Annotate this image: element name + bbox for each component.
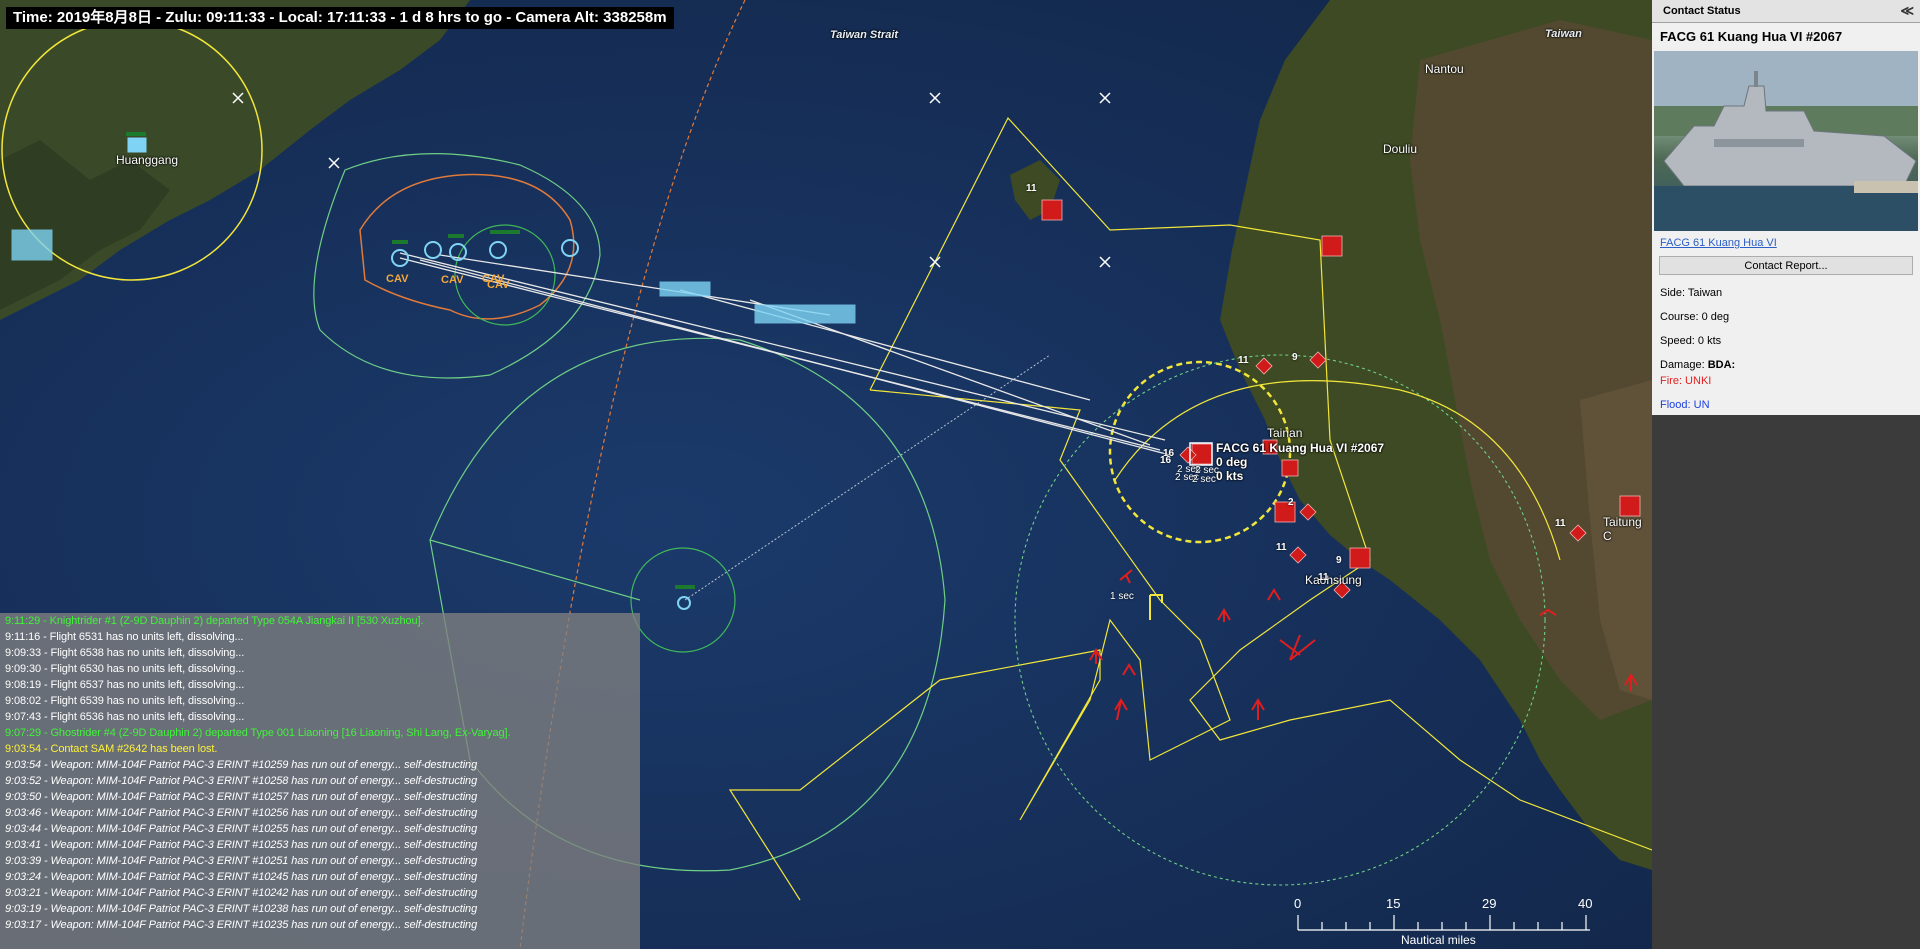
log-message: 9:09:30 - Flight 6530 has no units left,… (5, 663, 245, 675)
scale-unit: Nautical miles (1401, 933, 1476, 947)
unit-count: 11 (1555, 518, 1566, 529)
bda-label: BDA: (1707, 359, 1736, 371)
log-message: 9:03:54 - Weapon: MIM-104F Patriot PAC-3… (5, 759, 478, 771)
place-huanggang: Huanggang (116, 153, 179, 167)
contact-report-button[interactable]: Contact Report... (1659, 256, 1913, 275)
log-message: 9:11:16 - Flight 6531 has no units left,… (5, 631, 244, 643)
place-kaohsiung: Kaohsiung (1305, 573, 1362, 587)
place-tainan: Tainan (1267, 426, 1303, 440)
scale-bar: 0 15 29 40 Nautical miles (1290, 892, 1593, 949)
course-field: Course: 0 deg (1660, 311, 1730, 323)
log-message: 9:03:21 - Weapon: MIM-104F Patriot PAC-3… (5, 887, 478, 899)
selected-unit-speed: 0 kts (1216, 469, 1244, 483)
scale-tick: 15 (1386, 896, 1401, 911)
unit-count: 11 (1026, 183, 1037, 194)
selected-unit-name: FACG 61 Kuang Hua VI #2067 (1216, 441, 1385, 455)
panel-header: Contact Status ≪ (1652, 0, 1920, 23)
class-link[interactable]: FACG 61 Kuang Hua VI (1652, 231, 1920, 249)
place-taiwan-strait: Taiwan Strait (830, 29, 899, 41)
log-message: 9:03:41 - Weapon: MIM-104F Patriot PAC-3… (5, 839, 478, 851)
log-message: 9:03:24 - Weapon: MIM-104F Patriot PAC-3… (5, 871, 478, 883)
damage-row: Damage: BDA: (1652, 359, 1920, 371)
speed-field: Speed: 0 kts (1660, 335, 1722, 347)
place-nantou: Nantou (1425, 62, 1464, 76)
log-message: 9:03:50 - Weapon: MIM-104F Patriot PAC-3… (5, 791, 478, 803)
log-message: 9:03:39 - Weapon: MIM-104F Patriot PAC-3… (5, 855, 478, 867)
side-field: Side: Taiwan (1660, 287, 1723, 299)
message-log[interactable]: 9:11:29 - Knightrider #1 (Z-9D Dauphin 2… (0, 613, 640, 949)
contact-status-content: Contact Status ≪ FACG 61 Kuang Hua VI #2… (1652, 0, 1920, 415)
place-douliu: Douliu (1383, 142, 1418, 156)
unit-count: 11 (1238, 355, 1249, 366)
log-message: 9:03:46 - Weapon: MIM-104F Patriot PAC-3… (5, 807, 478, 819)
log-message: 9:08:19 - Flight 6537 has no units left,… (5, 679, 245, 691)
log-message: 9:08:02 - Flight 6539 has no units left,… (5, 695, 245, 707)
log-message: 9:03:17 - Weapon: MIM-104F Patriot PAC-3… (5, 919, 478, 931)
cav-label: CAV (487, 279, 510, 291)
selected-unit-course: 0 deg (1216, 455, 1248, 469)
unit-count: 2 (1288, 497, 1294, 508)
contact-status-panel: Contact Status ≪ FACG 61 Kuang Hua VI #2… (1652, 0, 1920, 949)
ship-image (1654, 51, 1918, 231)
log-message: 9:03:44 - Weapon: MIM-104F Patriot PAC-3… (5, 823, 478, 835)
unit-count: 11 (1276, 542, 1287, 553)
time-status-bar: Time: 2019年8月8日 - Zulu: 09:11:33 - Local… (6, 7, 674, 29)
unit-count: 11 (1318, 572, 1329, 583)
cav-label: CAV (441, 274, 464, 286)
scale-tick: 29 (1482, 896, 1497, 911)
scale-tick: 40 (1578, 896, 1593, 911)
log-message: 9:07:29 - Ghostrider #4 (Z-9D Dauphin 2)… (5, 727, 511, 739)
flood-field: Flood: UN (1660, 399, 1710, 411)
selected-unit-label[interactable]: FACG 61 Kuang Hua VI #2067 0 deg 0 kts (1216, 441, 1384, 483)
place-taitung: Taitung C (1603, 515, 1642, 543)
scale-tick: 0 (1294, 896, 1302, 911)
log-message: 9:07:43 - Flight 6536 has no units left,… (5, 711, 245, 723)
place-taiwan: Taiwan (1545, 28, 1582, 40)
unit-count: 9 (1292, 352, 1298, 363)
message-list: 9:11:29 - Knightrider #1 (Z-9D Dauphin 2… (0, 613, 640, 933)
time-to-impact: 1 sec (1110, 591, 1134, 602)
unit-count: 9 (1336, 555, 1342, 566)
contact-photo (1654, 51, 1918, 231)
unit-count: 16 (1160, 455, 1172, 466)
time-to-impact: 2 sec (1192, 474, 1216, 485)
panel-title: Contact Status (1663, 5, 1741, 17)
tactical-map[interactable]: Time: 2019年8月8日 - Zulu: 09:11:33 - Local… (0, 0, 1652, 949)
log-message: 9:03:52 - Weapon: MIM-104F Patriot PAC-3… (5, 775, 478, 787)
log-message: 9:03:54 - Contact SAM #2642 has been los… (5, 743, 218, 755)
log-message: 9:11:29 - Knightrider #1 (Z-9D Dauphin 2… (5, 615, 424, 627)
log-message: 9:09:33 - Flight 6538 has no units left,… (5, 647, 245, 659)
collapse-icon[interactable]: ≪ (1900, 0, 1914, 22)
log-message: 9:03:19 - Weapon: MIM-104F Patriot PAC-3… (5, 903, 478, 915)
fire-field: Fire: UNKI (1660, 375, 1712, 387)
damage-label: Damage: (1660, 359, 1705, 371)
contact-name: FACG 61 Kuang Hua VI #2067 (1660, 29, 1843, 44)
cav-label: CAV (386, 273, 409, 285)
